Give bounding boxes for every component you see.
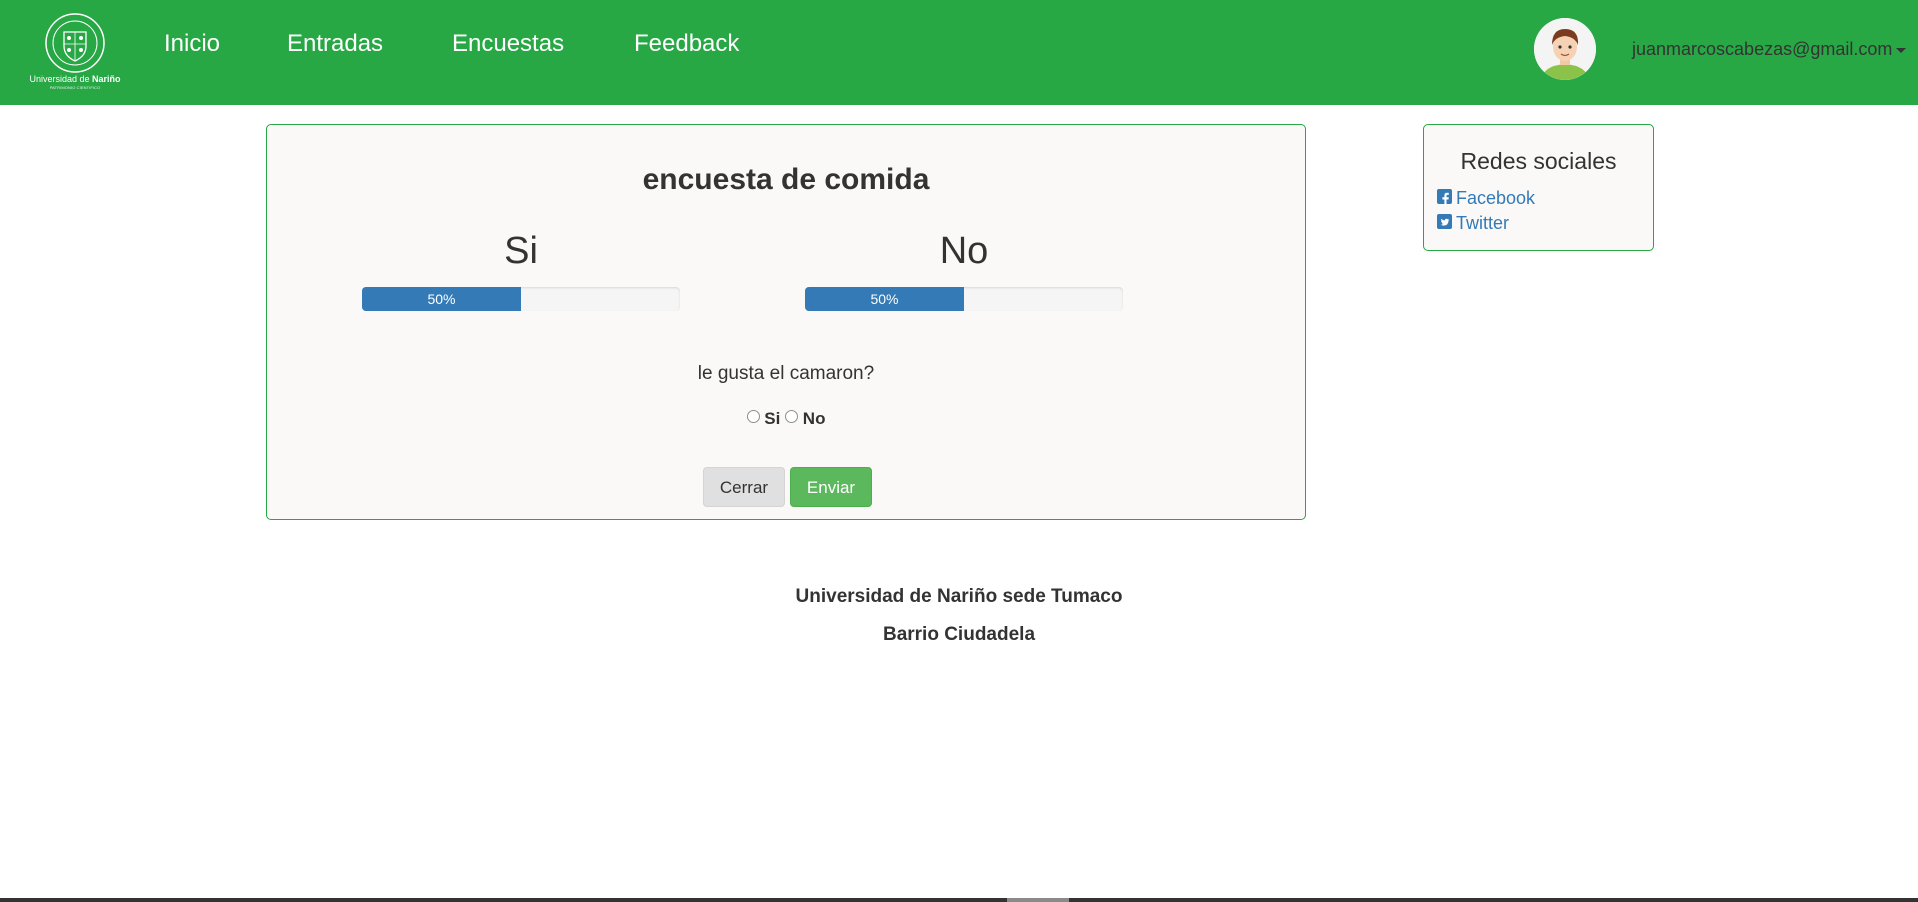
option-label-si: Si (504, 230, 538, 272)
twitter-square-icon (1437, 214, 1452, 229)
answer-radio-group: Si No (267, 409, 1305, 429)
option-label-no: No (939, 230, 989, 272)
university-logo[interactable]: Universidad de Nariño PATRIMONIO CIENTIF… (28, 12, 122, 92)
university-seal-icon (45, 13, 105, 73)
top-navbar: Universidad de Nariño PATRIMONIO CIENTIF… (0, 0, 1918, 105)
caret-down-icon (1896, 47, 1907, 53)
progress-bar-no: 50% (805, 287, 964, 311)
logo-subtitle: PATRIMONIO CIENTIFICO (49, 85, 101, 90)
footer-university: Universidad de Nariño sede Tumaco (795, 586, 1123, 607)
nav-encuestas[interactable]: Encuestas (452, 30, 564, 58)
progress-bar-si: 50% (362, 287, 521, 311)
user-avatar[interactable] (1534, 18, 1596, 80)
survey-question: le gusta el camaron? (697, 363, 875, 384)
social-panel: Redes sociales Facebook Twitter (1423, 124, 1654, 251)
survey-panel: encuesta de comida Si 50% No 50% le gust… (266, 124, 1306, 520)
avatar-icon (1534, 18, 1596, 80)
twitter-link[interactable]: Twitter (1437, 213, 1509, 234)
radio-si[interactable] (746, 410, 760, 423)
radio-label-si: Si (764, 409, 781, 428)
facebook-link[interactable]: Facebook (1437, 188, 1535, 209)
scroll-indicator (1007, 898, 1069, 902)
radio-no[interactable] (785, 410, 799, 423)
facebook-square-icon (1437, 189, 1452, 205)
survey-title: encuesta de comida (642, 163, 930, 196)
nav-entradas[interactable]: Entradas (287, 30, 383, 58)
footer-address: Barrio Ciudadela (882, 624, 1036, 645)
twitter-label: Twitter (1456, 213, 1510, 233)
send-button[interactable]: Enviar (790, 467, 872, 507)
user-email: juanmarcoscabezas@gmail.com (1632, 39, 1893, 59)
logo-name: Universidad de Nariño (29, 74, 121, 84)
nav-feedback[interactable]: Feedback (634, 30, 739, 58)
progress-no: 50% (805, 287, 1123, 311)
user-menu-dropdown[interactable]: juanmarcoscabezas@gmail.com (1632, 39, 1907, 60)
progress-si: 50% (362, 287, 680, 311)
facebook-label: Facebook (1456, 188, 1536, 208)
radio-label-no: No (802, 409, 826, 428)
social-title: Redes sociales (1460, 148, 1617, 174)
nav-inicio[interactable]: Inicio (164, 30, 220, 58)
close-button[interactable]: Cerrar (703, 467, 785, 507)
window-bottom-edge (0, 898, 1918, 902)
